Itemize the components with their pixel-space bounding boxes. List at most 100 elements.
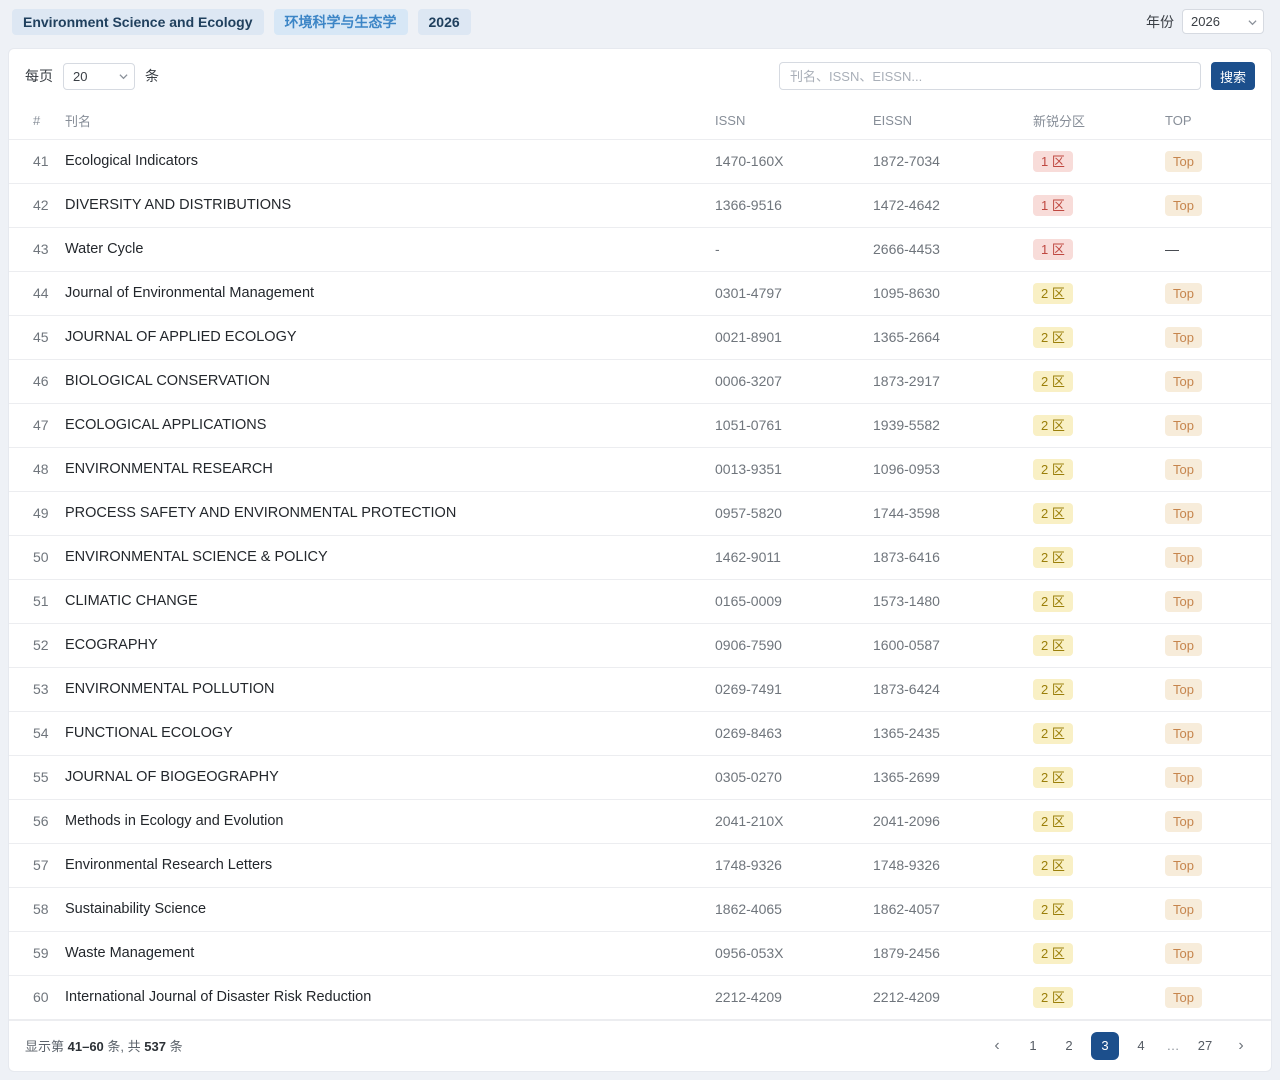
zone-badge: 2 区 <box>1033 459 1073 480</box>
journal-table: # 刊名 ISSN EISSN 新锐分区 TOP 41 Ecological I… <box>9 103 1271 1020</box>
pagination-page-1[interactable]: 1 <box>1019 1032 1047 1060</box>
zone-badge: 2 区 <box>1033 811 1073 832</box>
journal-name: FUNCTIONAL ECOLOGY <box>65 711 715 755</box>
zone-badge: 2 区 <box>1033 855 1073 876</box>
table-row[interactable]: 51 CLIMATIC CHANGE 0165-0009 1573-1480 2… <box>9 579 1271 623</box>
journal-eissn: 1096-0953 <box>873 447 1033 491</box>
zone-badge: 2 区 <box>1033 635 1073 656</box>
table-row[interactable]: 47 ECOLOGICAL APPLICATIONS 1051-0761 193… <box>9 403 1271 447</box>
table-row[interactable]: 53 ENVIRONMENTAL POLLUTION 0269-7491 187… <box>9 667 1271 711</box>
table-row[interactable]: 52 ECOGRAPHY 0906-7590 1600-0587 2 区 Top <box>9 623 1271 667</box>
top-badge: Top <box>1165 415 1202 436</box>
row-index: 48 <box>9 447 65 491</box>
search-button[interactable]: 搜索 <box>1211 62 1255 90</box>
journal-issn: 0305-0270 <box>715 755 873 799</box>
row-index: 58 <box>9 887 65 931</box>
table-row[interactable]: 43 Water Cycle - 2666-4453 1 区 — <box>9 227 1271 271</box>
journal-name: Waste Management <box>65 931 715 975</box>
table-row[interactable]: 46 BIOLOGICAL CONSERVATION 0006-3207 187… <box>9 359 1271 403</box>
category-tag-english[interactable]: Environment Science and Ecology <box>12 9 264 35</box>
row-index: 55 <box>9 755 65 799</box>
results-total: 537 <box>144 1039 166 1054</box>
journal-eissn: 1873-2917 <box>873 359 1033 403</box>
results-range: 41–60 <box>68 1039 104 1054</box>
row-index: 47 <box>9 403 65 447</box>
journal-name: ENVIRONMENTAL RESEARCH <box>65 447 715 491</box>
table-row[interactable]: 59 Waste Management 0956-053X 1879-2456 … <box>9 931 1271 975</box>
journal-eissn: 1365-2435 <box>873 711 1033 755</box>
pagination-page-27[interactable]: 27 <box>1191 1032 1219 1060</box>
table-row[interactable]: 56 Methods in Ecology and Evolution 2041… <box>9 799 1271 843</box>
table-row[interactable]: 55 JOURNAL OF BIOGEOGRAPHY 0305-0270 136… <box>9 755 1271 799</box>
pagination-page-4[interactable]: 4 <box>1127 1032 1155 1060</box>
table-row[interactable]: 50 ENVIRONMENTAL SCIENCE & POLICY 1462-9… <box>9 535 1271 579</box>
row-index: 41 <box>9 139 65 183</box>
journal-name: JOURNAL OF BIOGEOGRAPHY <box>65 755 715 799</box>
row-index: 54 <box>9 711 65 755</box>
journal-name: DIVERSITY AND DISTRIBUTIONS <box>65 183 715 227</box>
journal-name: ENVIRONMENTAL POLLUTION <box>65 667 715 711</box>
year-select[interactable]: 2026 <box>1182 9 1264 34</box>
per-page-control: 每页 20 条 <box>25 63 159 90</box>
results-summary: 显示第 41–60 条, 共 537 条 <box>25 1036 183 1055</box>
top-badge: Top <box>1165 811 1202 832</box>
pagination-page-3[interactable]: 3 <box>1091 1032 1119 1060</box>
table-row[interactable]: 48 ENVIRONMENTAL RESEARCH 0013-9351 1096… <box>9 447 1271 491</box>
journal-name: CLIMATIC CHANGE <box>65 579 715 623</box>
col-header-journal-name: 刊名 <box>65 103 715 139</box>
table-row[interactable]: 49 PROCESS SAFETY AND ENVIRONMENTAL PROT… <box>9 491 1271 535</box>
search-input[interactable] <box>779 62 1201 90</box>
category-tags: Environment Science and Ecology 环境科学与生态学… <box>12 9 471 35</box>
journal-issn: 0013-9351 <box>715 447 873 491</box>
table-row[interactable]: 54 FUNCTIONAL ECOLOGY 0269-8463 1365-243… <box>9 711 1271 755</box>
pagination-ellipsis: … <box>1163 1038 1183 1053</box>
table-row[interactable]: 60 International Journal of Disaster Ris… <box>9 975 1271 1019</box>
journal-eissn: 1744-3598 <box>873 491 1033 535</box>
col-header-issn: ISSN <box>715 103 873 139</box>
per-page-suffix-label: 条 <box>145 66 159 86</box>
journal-eissn: 1872-7034 <box>873 139 1033 183</box>
row-index: 52 <box>9 623 65 667</box>
journal-eissn: 1095-8630 <box>873 271 1033 315</box>
row-index: 59 <box>9 931 65 975</box>
journal-name: Environmental Research Letters <box>65 843 715 887</box>
journal-issn: 0269-7491 <box>715 667 873 711</box>
zone-badge: 2 区 <box>1033 943 1073 964</box>
row-index: 42 <box>9 183 65 227</box>
top-badge: Top <box>1165 987 1202 1008</box>
pagination-next-icon[interactable]: › <box>1227 1032 1255 1060</box>
table-row[interactable]: 57 Environmental Research Letters 1748-9… <box>9 843 1271 887</box>
zone-badge: 2 区 <box>1033 327 1073 348</box>
table-row[interactable]: 41 Ecological Indicators 1470-160X 1872-… <box>9 139 1271 183</box>
table-row[interactable]: 42 DIVERSITY AND DISTRIBUTIONS 1366-9516… <box>9 183 1271 227</box>
table-row[interactable]: 44 Journal of Environmental Management 0… <box>9 271 1271 315</box>
category-tag-year[interactable]: 2026 <box>418 9 471 35</box>
journal-name: ECOGRAPHY <box>65 623 715 667</box>
journal-eissn: 2212-4209 <box>873 975 1033 1019</box>
pagination-prev-icon[interactable]: ‹ <box>983 1032 1011 1060</box>
col-header-eissn: EISSN <box>873 103 1033 139</box>
journal-name: BIOLOGICAL CONSERVATION <box>65 359 715 403</box>
col-header-index: # <box>9 103 65 139</box>
journal-name: ENVIRONMENTAL SCIENCE & POLICY <box>65 535 715 579</box>
table-row[interactable]: 58 Sustainability Science 1862-4065 1862… <box>9 887 1271 931</box>
journal-issn: 1366-9516 <box>715 183 873 227</box>
per-page-select[interactable]: 20 <box>63 63 135 90</box>
row-index: 44 <box>9 271 65 315</box>
category-tag-chinese[interactable]: 环境科学与生态学 <box>274 9 408 35</box>
journal-issn: 0956-053X <box>715 931 873 975</box>
journal-issn: 1051-0761 <box>715 403 873 447</box>
journal-name: Ecological Indicators <box>65 139 715 183</box>
journal-issn: 0021-8901 <box>715 315 873 359</box>
zone-badge: 2 区 <box>1033 283 1073 304</box>
row-index: 46 <box>9 359 65 403</box>
pagination-page-2[interactable]: 2 <box>1055 1032 1083 1060</box>
zone-badge: 2 区 <box>1033 371 1073 392</box>
journal-eissn: 1748-9326 <box>873 843 1033 887</box>
journal-eissn: 1873-6416 <box>873 535 1033 579</box>
top-badge: Top <box>1165 547 1202 568</box>
zone-badge: 2 区 <box>1033 591 1073 612</box>
table-row[interactable]: 45 JOURNAL OF APPLIED ECOLOGY 0021-8901 … <box>9 315 1271 359</box>
zone-badge: 2 区 <box>1033 547 1073 568</box>
top-badge: Top <box>1165 195 1202 216</box>
